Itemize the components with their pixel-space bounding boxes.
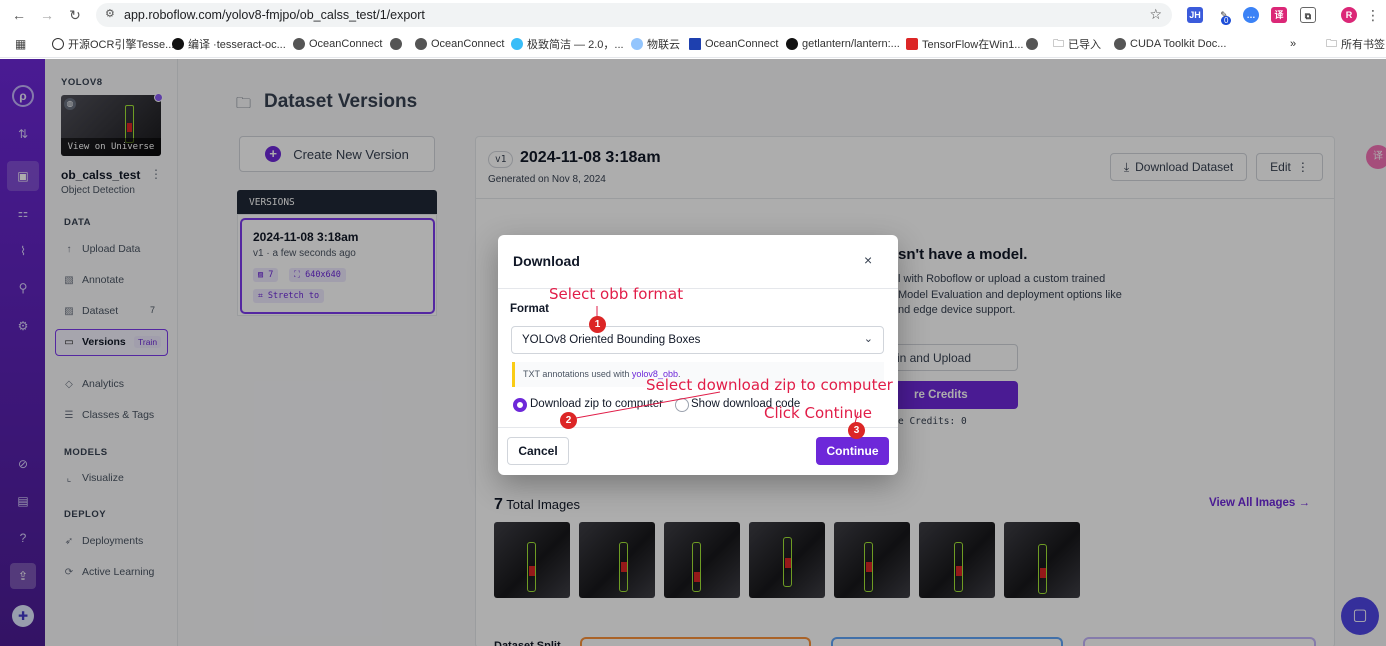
step-3-marker: 3 [848,422,865,439]
annotation-select-obb: Select obb format [549,285,684,303]
annotation-click-continue: Click Continue [764,404,872,422]
step-2-marker: 2 [560,412,577,429]
annotation-lines [575,306,859,424]
step-1-marker: 1 [589,316,606,333]
annotation-select-zip: Select download zip to computer [646,376,893,394]
